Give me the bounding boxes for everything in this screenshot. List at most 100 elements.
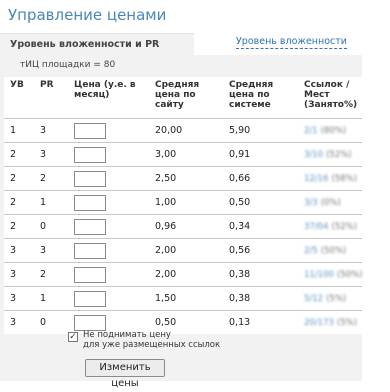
- price-input[interactable]: [74, 170, 106, 187]
- links-count-link[interactable]: 5/12: [304, 294, 323, 304]
- header-avg-system: Средняя цена по системе: [223, 77, 298, 119]
- price-input[interactable]: [74, 218, 106, 235]
- price-input[interactable]: [74, 290, 106, 307]
- cell-uv: 3: [4, 238, 34, 263]
- header-links: Ссылок / Мест (Занято%): [298, 77, 362, 119]
- header-uv: УВ: [4, 77, 34, 119]
- cell-pr: 1: [34, 286, 68, 311]
- links-count-link[interactable]: 20/173: [304, 318, 334, 328]
- occupied-percent: (0%): [320, 198, 341, 208]
- cell-links: 37/04 (52%): [298, 214, 362, 239]
- cell-uv: 3: [4, 286, 34, 311]
- cell-links: 3/3 (0%): [298, 190, 362, 215]
- price-table: УВ PR Цена (у.е. в месяц) Средняя цена п…: [4, 77, 362, 334]
- cell-pr: 0: [40, 317, 47, 328]
- cell-pr: 3: [34, 118, 68, 143]
- table-row: 3 3 2,00 0,56 2/5 (50%): [4, 238, 362, 263]
- table-row: 2 3 3,00 0,91 3/10 (52%): [4, 142, 362, 167]
- cell-links: 2/1 (80%): [298, 118, 362, 143]
- header-avg-site: Средняя цена по сайту: [149, 77, 223, 119]
- cell-avg-site: 0,96: [149, 214, 223, 239]
- occupied-percent: (80%): [320, 126, 347, 136]
- price-input[interactable]: [74, 146, 106, 163]
- cell-pr: 3: [34, 142, 68, 167]
- cell-avg-site: 1,50: [149, 286, 223, 311]
- page-title: Управление ценами: [8, 6, 167, 24]
- cell-avg-system: 0,34: [223, 214, 298, 239]
- cell-uv: 3: [10, 317, 17, 328]
- price-input[interactable]: [74, 194, 106, 211]
- occupied-percent: (5%): [326, 294, 347, 304]
- cell-price: [68, 262, 149, 287]
- occupied-percent: (50%): [336, 270, 363, 280]
- cell-avg-site: 3,00: [149, 142, 223, 167]
- price-input[interactable]: [74, 242, 106, 259]
- cell-avg-system: 0,91: [223, 142, 298, 167]
- cell-pr: 0: [34, 214, 68, 239]
- cell-uv: 3: [4, 262, 34, 287]
- cell-price: [68, 214, 149, 239]
- cell-avg-site: 2,00: [149, 262, 223, 287]
- tab-nesting-level[interactable]: Уровень вложенности: [236, 36, 347, 49]
- cell-pr: 3: [34, 238, 68, 263]
- occupied-percent: (50%): [320, 246, 347, 256]
- change-prices-button[interactable]: Изменить цены: [85, 359, 165, 389]
- cell-links: 3/10 (52%): [298, 142, 362, 167]
- cell-pr: 2: [34, 262, 68, 287]
- cell-avg-site: 2,50: [149, 166, 223, 191]
- cell-uv: 2: [4, 142, 34, 167]
- cell-avg-system: 0,50: [223, 190, 298, 215]
- cell-avg-site: 1,00: [149, 190, 223, 215]
- links-count-link[interactable]: 2/5: [304, 246, 318, 256]
- cell-price: [68, 190, 149, 215]
- cell-uv: 2: [4, 214, 34, 239]
- occupied-percent: (5%): [336, 318, 358, 328]
- price-input[interactable]: [74, 266, 106, 283]
- price-input[interactable]: [74, 122, 106, 139]
- links-count-link[interactable]: 3/10: [304, 150, 323, 160]
- cell-price: [68, 238, 149, 263]
- cell-pr: 1: [34, 190, 68, 215]
- cell-pr: 2: [34, 166, 68, 191]
- price-input[interactable]: [74, 314, 106, 331]
- cell-links: 2/5 (50%): [298, 238, 362, 263]
- cell-avg-system: 0,38: [223, 262, 298, 287]
- cell-links: 5/12 (5%): [298, 286, 362, 311]
- links-count-link[interactable]: 2/1: [304, 126, 318, 136]
- cell-avg-system: 0,13: [229, 317, 251, 328]
- cell-avg-site: 20,00: [149, 118, 223, 143]
- cell-price: [68, 142, 149, 167]
- cell-price: [68, 166, 149, 191]
- cell-uv: 2: [4, 166, 34, 191]
- cell-links: 12/16 (58%): [298, 166, 362, 191]
- cell-price: [68, 286, 149, 311]
- table-row: 3 2 2,00 0,38 11/100 (50%): [4, 262, 363, 287]
- tab-nesting-level-and-pr[interactable]: Уровень вложенности и PR: [0, 33, 194, 55]
- table-header-row: УВ PR Цена (у.е. в месяц) Средняя цена п…: [4, 77, 362, 119]
- cell-uv: 2: [4, 190, 34, 215]
- table-row: 3 1 1,50 0,38 5/12 (5%): [4, 286, 362, 311]
- cell-avg-site: 2,00: [149, 238, 223, 263]
- tic-value: тИЦ площадки = 80: [20, 60, 116, 70]
- header-pr: PR: [34, 77, 68, 119]
- header-price: Цена (у.е. в месяц): [68, 77, 149, 119]
- links-count-link[interactable]: 11/100: [304, 270, 334, 280]
- cell-avg-system: 0,38: [223, 286, 298, 311]
- cell-uv: 1: [4, 118, 34, 143]
- cell-avg-system: 0,56: [223, 238, 298, 263]
- cell-links: 11/100 (50%): [298, 262, 363, 287]
- keep-price-checkbox[interactable]: ✓: [68, 332, 78, 342]
- table-row: 2 1 1,00 0,50 3/3 (0%): [4, 190, 362, 215]
- links-count-link[interactable]: 3/3: [304, 198, 318, 208]
- keep-price-label: Не поднимать цену для уже размещенных сс…: [83, 330, 221, 350]
- links-count-link[interactable]: 12/16: [304, 174, 329, 184]
- occupied-percent: (52%): [326, 150, 352, 160]
- table-row: 1 3 20,00 5,90 2/1 (80%): [4, 118, 362, 143]
- table-row: 2 2 2,50 0,66 12/16 (58%): [4, 166, 362, 191]
- tab-bar: Уровень вложенности и PR Уровень вложенн…: [0, 33, 390, 55]
- links-count-link[interactable]: 37/04: [304, 222, 329, 232]
- occupied-percent: (58%): [331, 174, 358, 184]
- table-row: 2 0 0,96 0,34 37/04 (52%): [4, 214, 362, 239]
- cell-avg-system: 5,90: [223, 118, 298, 143]
- cell-links: 20/173 (5%): [298, 311, 362, 335]
